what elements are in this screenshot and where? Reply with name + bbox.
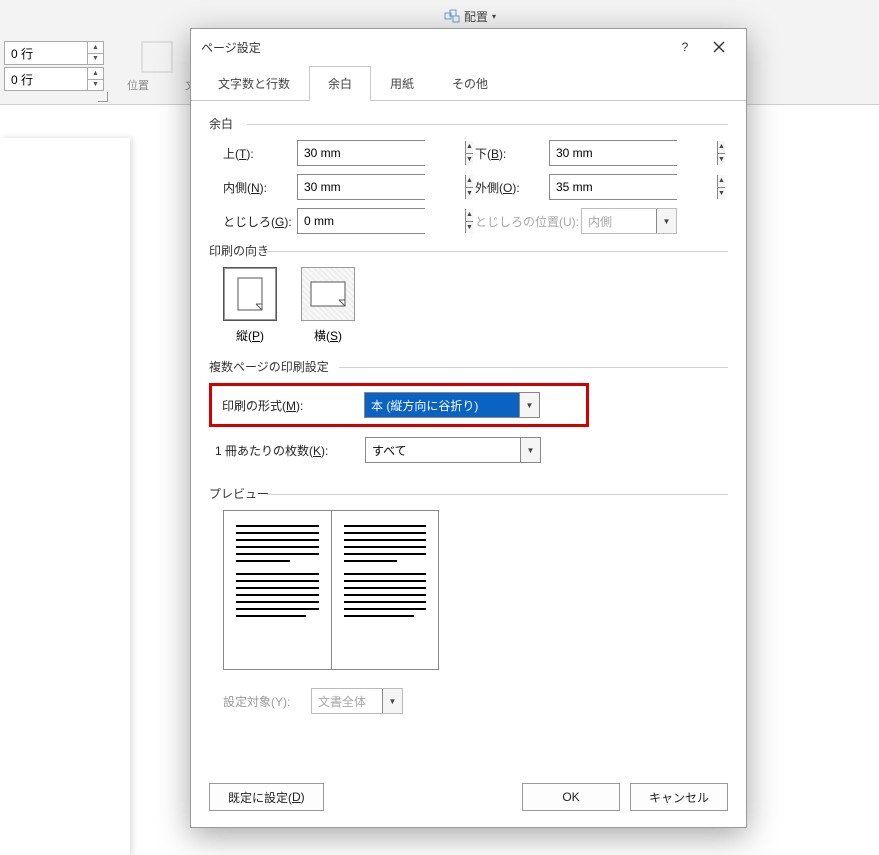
step-up-icon[interactable]: ▲ bbox=[88, 42, 103, 54]
orientation-portrait-label: 縦(P) bbox=[236, 327, 264, 344]
tab-chars-lines[interactable]: 文字数と行数 bbox=[199, 66, 309, 101]
set-default-button[interactable]: 既定に設定(D) bbox=[209, 783, 324, 811]
chevron-down-icon: ▼ bbox=[519, 393, 539, 417]
margin-outside-label: 外側(O): bbox=[461, 179, 549, 196]
tab-margins[interactable]: 余白 bbox=[309, 66, 371, 101]
ribbon-spacing-after-value: 0 行 bbox=[5, 71, 87, 88]
preview-thumbnail bbox=[223, 510, 439, 670]
group-dialog-launcher[interactable] bbox=[98, 92, 108, 102]
gutter-input[interactable]: ▲▼ bbox=[297, 208, 425, 234]
step-up-icon[interactable]: ▲ bbox=[718, 141, 725, 154]
step-down-icon[interactable]: ▼ bbox=[88, 80, 103, 91]
margin-bottom-input[interactable]: ▲▼ bbox=[549, 140, 677, 166]
orientation-group-header: 印刷の向き bbox=[209, 242, 728, 259]
close-button[interactable] bbox=[702, 33, 736, 61]
margin-inside-value[interactable] bbox=[298, 175, 465, 199]
print-format-label: 印刷の形式(M): bbox=[222, 397, 364, 414]
document-page bbox=[0, 138, 130, 855]
margin-top-input[interactable]: ▲▼ bbox=[297, 140, 425, 166]
chevron-down-icon: ▼ bbox=[520, 438, 540, 462]
orientation-landscape[interactable]: 横(S) bbox=[301, 267, 355, 344]
ribbon-spacing-before[interactable]: 0 行 ▲▼ bbox=[4, 41, 104, 65]
sheets-per-booklet-combo[interactable]: すべて ▼ bbox=[365, 437, 541, 463]
print-format-highlight: 印刷の形式(M): 本 (縦方向に谷折り) ▼ bbox=[209, 383, 589, 427]
dialog-body: 余白 上(T): ▲▼ 下(B): ▲▼ 内側(N): ▲▼ 外側(O): bbox=[191, 101, 746, 771]
ribbon-arrange-button[interactable]: 配置 ▾ bbox=[440, 4, 500, 29]
margin-top-label: 上(T): bbox=[209, 145, 297, 162]
dialog-titlebar: ページ設定 ? bbox=[191, 29, 746, 65]
preview-left-page bbox=[224, 511, 332, 669]
margin-outside-value[interactable] bbox=[550, 175, 717, 199]
multipage-group-header: 複数ページの印刷設定 bbox=[209, 358, 728, 375]
margin-top-value[interactable] bbox=[298, 141, 465, 165]
margin-outside-input[interactable]: ▲▼ bbox=[549, 174, 677, 200]
chevron-down-icon: ▼ bbox=[382, 689, 402, 713]
portrait-icon bbox=[237, 277, 263, 311]
margin-inside-label: 内側(N): bbox=[209, 179, 297, 196]
sheets-per-booklet-value: すべて bbox=[366, 438, 520, 462]
margins-group-header: 余白 bbox=[209, 115, 728, 132]
preview-group-header: プレビュー bbox=[209, 485, 728, 502]
cancel-button[interactable]: キャンセル bbox=[630, 783, 728, 811]
orientation-portrait[interactable]: 縦(P) bbox=[223, 267, 277, 344]
orientation-landscape-label: 横(S) bbox=[314, 327, 342, 344]
apply-to-label: 設定対象(Y): bbox=[209, 693, 311, 710]
step-up-icon[interactable]: ▲ bbox=[88, 68, 103, 80]
gutter-value[interactable] bbox=[298, 209, 465, 233]
gutter-position-label: とじしろの位置(U): bbox=[461, 213, 581, 230]
tab-other[interactable]: その他 bbox=[433, 66, 507, 101]
dialog-tabs: 文字数と行数 余白 用紙 その他 bbox=[191, 65, 746, 101]
position-icon bbox=[141, 41, 173, 73]
arrange-icon bbox=[444, 9, 460, 25]
sheets-per-booklet-label: 1 冊あたりの枚数(K): bbox=[215, 442, 365, 459]
print-format-value: 本 (縦方向に谷折り) bbox=[365, 393, 519, 417]
margin-bottom-label: 下(B): bbox=[461, 145, 549, 162]
dialog-footer: 既定に設定(D) OK キャンセル bbox=[191, 771, 746, 827]
gutter-label: とじしろ(G): bbox=[209, 213, 297, 230]
chevron-down-icon: ▼ bbox=[656, 209, 676, 233]
margin-bottom-value[interactable] bbox=[550, 141, 717, 165]
preview-right-page bbox=[332, 511, 439, 669]
step-down-icon[interactable]: ▼ bbox=[718, 154, 725, 166]
close-icon bbox=[713, 41, 725, 53]
apply-to-combo[interactable]: 文書全体 ▼ bbox=[311, 688, 403, 714]
step-down-icon[interactable]: ▼ bbox=[718, 188, 725, 200]
ribbon-spacing-before-value: 0 行 bbox=[5, 45, 87, 62]
gutter-position-value: 内側 bbox=[582, 209, 656, 233]
ribbon-arrange-label: 配置 bbox=[464, 8, 488, 25]
chevron-down-icon: ▾ bbox=[492, 12, 496, 21]
dialog-title: ページ設定 bbox=[201, 39, 668, 56]
tab-paper[interactable]: 用紙 bbox=[371, 66, 433, 101]
ok-button[interactable]: OK bbox=[522, 783, 620, 811]
ribbon-spacing-after[interactable]: 0 行 ▲▼ bbox=[4, 67, 104, 91]
margin-inside-input[interactable]: ▲▼ bbox=[297, 174, 425, 200]
page-setup-dialog: ページ設定 ? 文字数と行数 余白 用紙 その他 余白 上(T): ▲▼ 下(B… bbox=[190, 28, 747, 828]
step-up-icon[interactable]: ▲ bbox=[718, 175, 725, 188]
help-button[interactable]: ? bbox=[668, 33, 702, 61]
apply-to-value: 文書全体 bbox=[312, 689, 382, 713]
gutter-position-combo: 内側 ▼ bbox=[581, 208, 677, 234]
landscape-icon bbox=[310, 281, 346, 307]
print-format-combo[interactable]: 本 (縦方向に谷折り) ▼ bbox=[364, 392, 540, 418]
step-down-icon[interactable]: ▼ bbox=[88, 54, 103, 65]
